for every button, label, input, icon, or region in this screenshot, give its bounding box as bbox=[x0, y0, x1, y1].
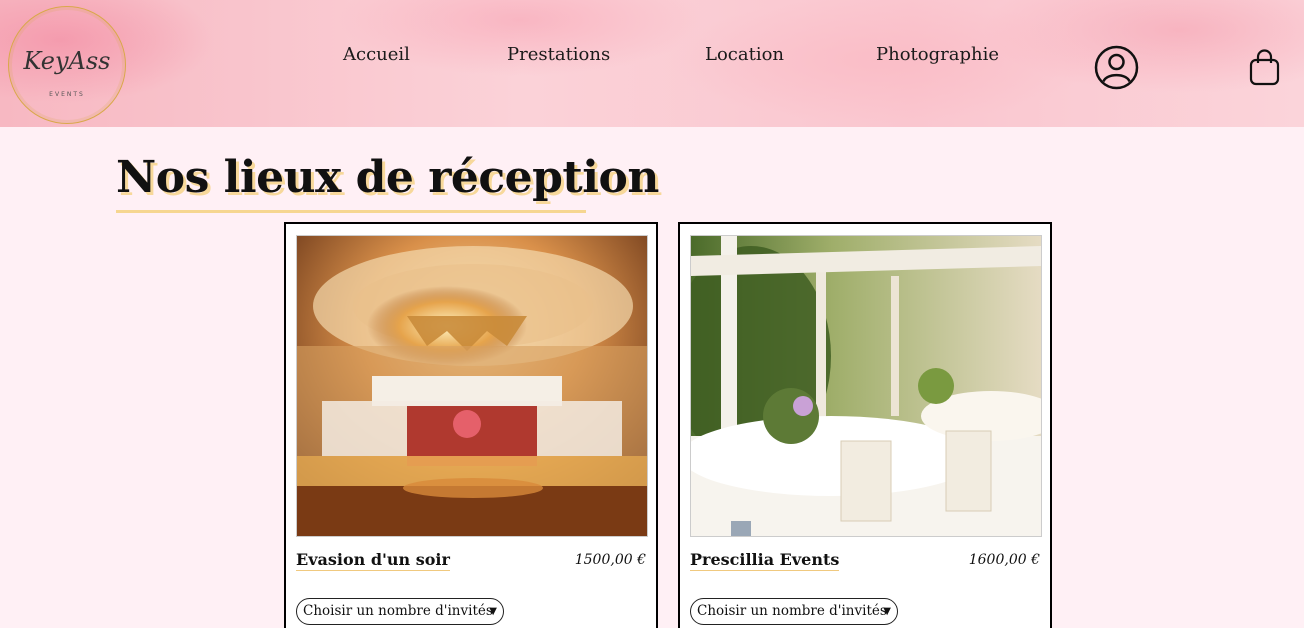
guest-count-select[interactable]: Choisir un nombre d'invités ▼ bbox=[296, 598, 504, 625]
select-value: Choisir un nombre d'invités bbox=[697, 603, 887, 619]
brand-logo[interactable]: KeyAss EVENTS bbox=[8, 6, 126, 124]
user-account-icon[interactable] bbox=[1094, 45, 1139, 90]
select-value: Choisir un nombre d'invités bbox=[303, 603, 493, 619]
chevron-down-icon: ▼ bbox=[883, 606, 891, 617]
nav-item-accueil[interactable]: Accueil bbox=[343, 44, 410, 65]
nav-item-location[interactable]: Location bbox=[705, 44, 784, 65]
site-header: KeyAss EVENTS Accueil Prestations Locati… bbox=[0, 0, 1304, 127]
venue-image[interactable] bbox=[296, 235, 648, 537]
title-underline bbox=[116, 210, 586, 213]
venue-price: 1600,00 € bbox=[968, 552, 1040, 568]
wedding-hall-photo bbox=[297, 236, 647, 536]
venue-card: Evasion d'un soir 1500,00 € Choisir un n… bbox=[284, 222, 658, 628]
nav-item-prestations[interactable]: Prestations bbox=[507, 44, 610, 65]
guest-count-select[interactable]: Choisir un nombre d'invités ▼ bbox=[690, 598, 898, 625]
garden-reception-photo bbox=[691, 236, 1041, 536]
nav-item-photographie[interactable]: Photographie bbox=[876, 44, 999, 65]
logo-mark: KeyAss bbox=[23, 47, 111, 75]
chevron-down-icon: ▼ bbox=[489, 606, 497, 617]
venue-name[interactable]: Evasion d'un soir bbox=[296, 550, 450, 571]
venue-image[interactable] bbox=[690, 235, 1042, 537]
venue-card: Prescillia Events 1600,00 € Choisir un n… bbox=[678, 222, 1052, 628]
page-title: Nos lieux de réception bbox=[116, 152, 659, 203]
logo-subtitle: EVENTS bbox=[49, 91, 85, 98]
venue-name[interactable]: Prescillia Events bbox=[690, 550, 840, 571]
shopping-bag-icon[interactable] bbox=[1249, 49, 1280, 86]
venue-price: 1500,00 € bbox=[574, 552, 646, 568]
